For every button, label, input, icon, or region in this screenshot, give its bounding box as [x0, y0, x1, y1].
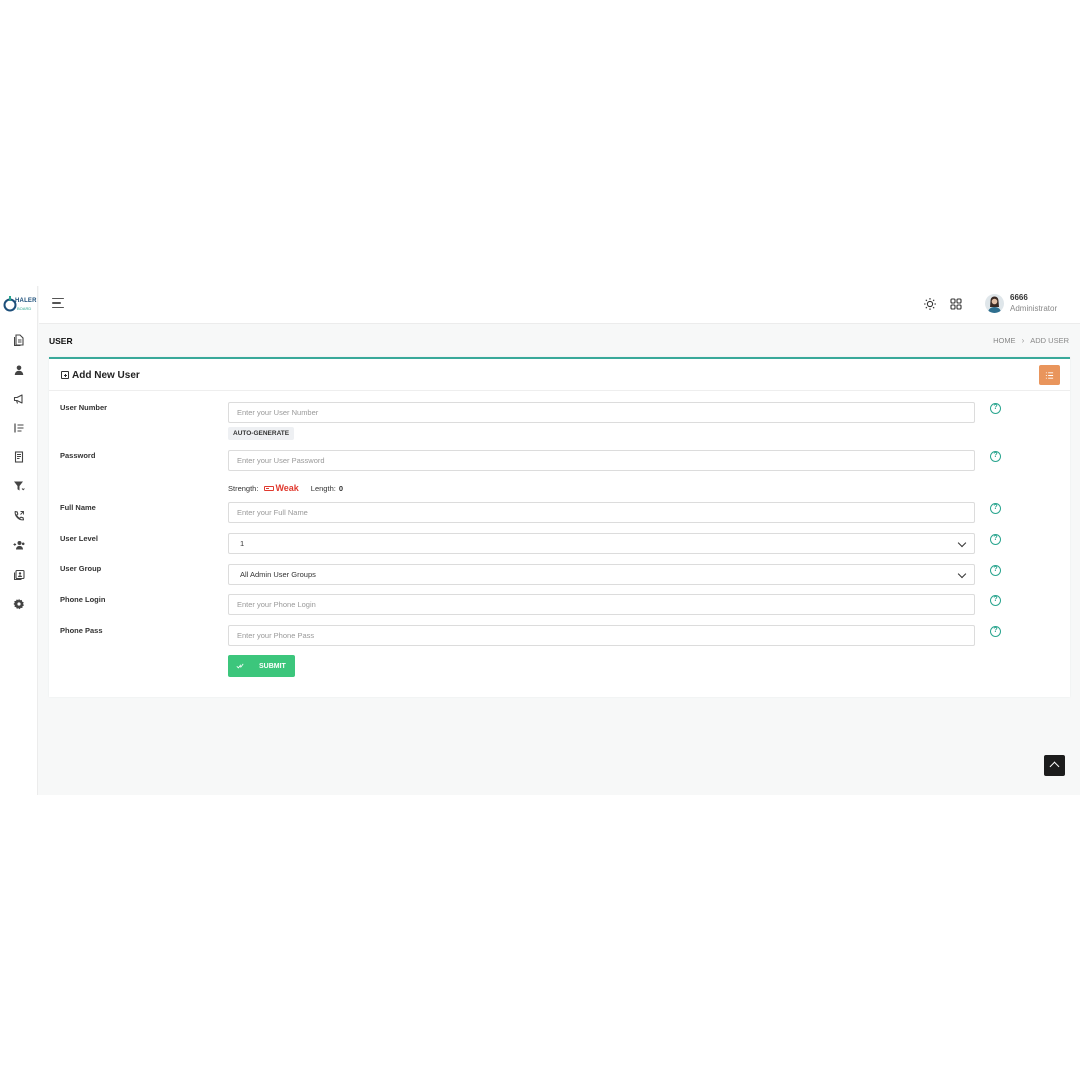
full-name-input[interactable] [228, 502, 975, 523]
help-icon[interactable]: ? [990, 403, 1001, 414]
strength-text: Weak [275, 483, 299, 493]
logo-subtext: BOARD [17, 306, 32, 311]
app-shell: HALER BOARD 6666 Administrator USER HOME… [0, 286, 1080, 795]
phone-login-input[interactable] [228, 594, 975, 615]
breadcrumb: HOME › ADD USER [993, 336, 1069, 345]
megaphone-icon[interactable] [11, 391, 26, 406]
strength-meter-icon [264, 485, 275, 491]
chevron-down-icon [957, 569, 967, 579]
password-strength: Strength: Weak Length: 0 [228, 483, 343, 493]
sun-icon[interactable] [923, 296, 937, 310]
user-number-label: User Number [60, 403, 108, 412]
avatar[interactable] [985, 294, 1004, 313]
report-icon[interactable] [11, 449, 26, 464]
auto-generate-button[interactable]: AUTO-GENERATE [228, 427, 295, 440]
user-level-value: 1 [240, 539, 245, 548]
length-value: 0 [338, 483, 343, 493]
send-icon [236, 662, 250, 671]
breadcrumb-separator: › [1021, 336, 1025, 345]
topbar: 6666 Administrator [39, 286, 1080, 324]
apps-grid-icon[interactable] [949, 296, 963, 310]
scroll-to-top-button[interactable] [1044, 755, 1065, 776]
card-header: Add New User [49, 359, 1070, 391]
user-group-value: All Admin User Groups [240, 570, 316, 579]
strength-label: Strength: [228, 483, 259, 493]
help-icon[interactable]: ? [990, 534, 1001, 545]
menu-icon[interactable] [52, 298, 66, 310]
settings-icon[interactable] [11, 596, 26, 611]
user-number-input[interactable] [228, 402, 975, 423]
full-name-label: Full Name [60, 503, 96, 512]
help-icon[interactable]: ? [990, 626, 1001, 637]
strength-value: Weak [264, 483, 299, 493]
submit-button[interactable]: SUBMIT [228, 655, 295, 677]
brand-logo[interactable]: HALER BOARD [3, 294, 36, 316]
phone-login-label: Phone Login [60, 595, 106, 604]
add-user-card: Add New User User Number ? AUTO-GENERATE… [49, 357, 1070, 697]
chevron-down-icon [957, 538, 967, 548]
user-group-select[interactable]: All Admin User Groups [228, 564, 975, 585]
phone-pass-label: Phone Pass [60, 626, 103, 635]
list-icon[interactable] [11, 420, 26, 435]
plus-square-icon [61, 371, 69, 379]
submit-label: SUBMIT [259, 662, 286, 670]
password-input[interactable] [228, 450, 975, 471]
filter-icon[interactable] [11, 478, 26, 493]
help-icon[interactable]: ? [990, 451, 1001, 462]
user-group-label: User Group [60, 564, 102, 573]
sidebar: HALER BOARD [0, 286, 38, 795]
help-icon[interactable]: ? [990, 565, 1001, 576]
user-icon[interactable] [11, 362, 26, 377]
users-add-icon[interactable] [11, 537, 26, 552]
user-name[interactable]: 6666 [1010, 293, 1028, 302]
user-level-label: User Level [60, 534, 98, 543]
card-title: Add New User [72, 370, 140, 381]
help-icon[interactable]: ? [990, 503, 1001, 514]
breadcrumb-current: ADD USER [1030, 336, 1069, 345]
user-list-button[interactable] [1039, 365, 1060, 385]
phone-pass-input[interactable] [228, 625, 975, 646]
password-label: Password [60, 451, 96, 460]
breadcrumb-home[interactable]: HOME [993, 336, 1016, 345]
user-level-select[interactable]: 1 [228, 533, 975, 554]
logo-text: HALER [15, 298, 37, 304]
page-title: USER [49, 336, 73, 346]
user-role: Administrator [1010, 304, 1058, 313]
length-label: Length: [310, 483, 336, 493]
contacts-icon[interactable] [11, 567, 26, 582]
document-icon[interactable] [11, 332, 26, 347]
help-icon[interactable]: ? [990, 595, 1001, 606]
list-icon [1045, 371, 1054, 379]
phone-call-icon[interactable] [11, 508, 26, 523]
